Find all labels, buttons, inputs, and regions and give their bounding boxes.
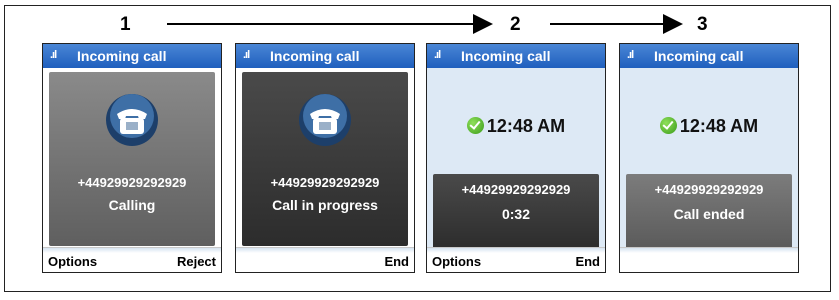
softkey-bar: Options Reject <box>43 247 221 272</box>
clock-row: 12:48 AM <box>427 116 605 137</box>
check-icon <box>466 117 484 134</box>
phone-screen-calling: .ıl Incoming call +44929929292929 Callin… <box>42 43 222 273</box>
telephone-icon <box>104 92 160 148</box>
caller-number: +44929929292929 <box>77 175 187 190</box>
screen-body: +44929929292929 Call in progress <box>236 68 414 250</box>
reject-softkey[interactable]: Reject <box>177 254 216 269</box>
call-panel: +44929929292929 Call ended <box>626 174 792 250</box>
call-panel: +44929929292929 Calling <box>49 72 215 246</box>
softkey-bar: End <box>236 247 414 272</box>
telephone-icon <box>297 92 353 148</box>
clock-time: 12:48 AM <box>679 116 759 136</box>
screen-body: 12:48 AM +44929929292929 Call ended <box>620 68 798 250</box>
softkey-bar: Options End <box>427 247 605 272</box>
phone-screen-in-progress: .ıl Incoming call +44929929292929 Call i… <box>235 43 415 273</box>
screen-body: +44929929292929 Calling <box>43 68 221 250</box>
call-status: Call ended <box>673 206 745 222</box>
phone-screen-connected: .ıl Incoming call 12:48 AM +449299292929… <box>426 43 606 273</box>
signal-strength-icon: .ıl <box>434 49 441 61</box>
title-bar: .ıl Incoming call <box>620 44 798 68</box>
caller-number: +44929929292929 <box>270 175 380 190</box>
call-panel: +44929929292929 Call in progress <box>242 72 408 246</box>
title-bar: .ıl Incoming call <box>427 44 605 68</box>
check-icon <box>659 117 677 134</box>
call-panel: +44929929292929 0:32 <box>433 174 599 250</box>
end-softkey[interactable]: End <box>384 254 409 269</box>
end-softkey[interactable]: End <box>575 254 600 269</box>
softkey-bar <box>620 247 798 272</box>
signal-strength-icon: .ıl <box>243 49 250 61</box>
signal-strength-icon: .ıl <box>627 49 634 61</box>
title-bar: .ıl Incoming call <box>236 44 414 68</box>
screen-title: Incoming call <box>654 48 744 64</box>
call-status: Calling <box>108 197 156 213</box>
clock-time: 12:48 AM <box>486 116 566 136</box>
screen-title: Incoming call <box>270 48 360 64</box>
screen-body: 12:48 AM +44929929292929 0:32 <box>427 68 605 250</box>
signal-strength-icon: .ıl <box>50 49 57 61</box>
caller-number: +44929929292929 <box>461 182 571 197</box>
title-bar: .ıl Incoming call <box>43 44 221 68</box>
options-softkey[interactable]: Options <box>48 254 97 269</box>
clock-row: 12:48 AM <box>620 116 798 137</box>
phone-screen-ended: .ıl Incoming call 12:48 AM +449299292929… <box>619 43 799 273</box>
call-status: Call in progress <box>272 197 378 213</box>
options-softkey[interactable]: Options <box>432 254 481 269</box>
screen-title: Incoming call <box>77 48 167 64</box>
caller-number: +44929929292929 <box>654 182 764 197</box>
screen-title: Incoming call <box>461 48 551 64</box>
call-duration: 0:32 <box>501 206 531 222</box>
